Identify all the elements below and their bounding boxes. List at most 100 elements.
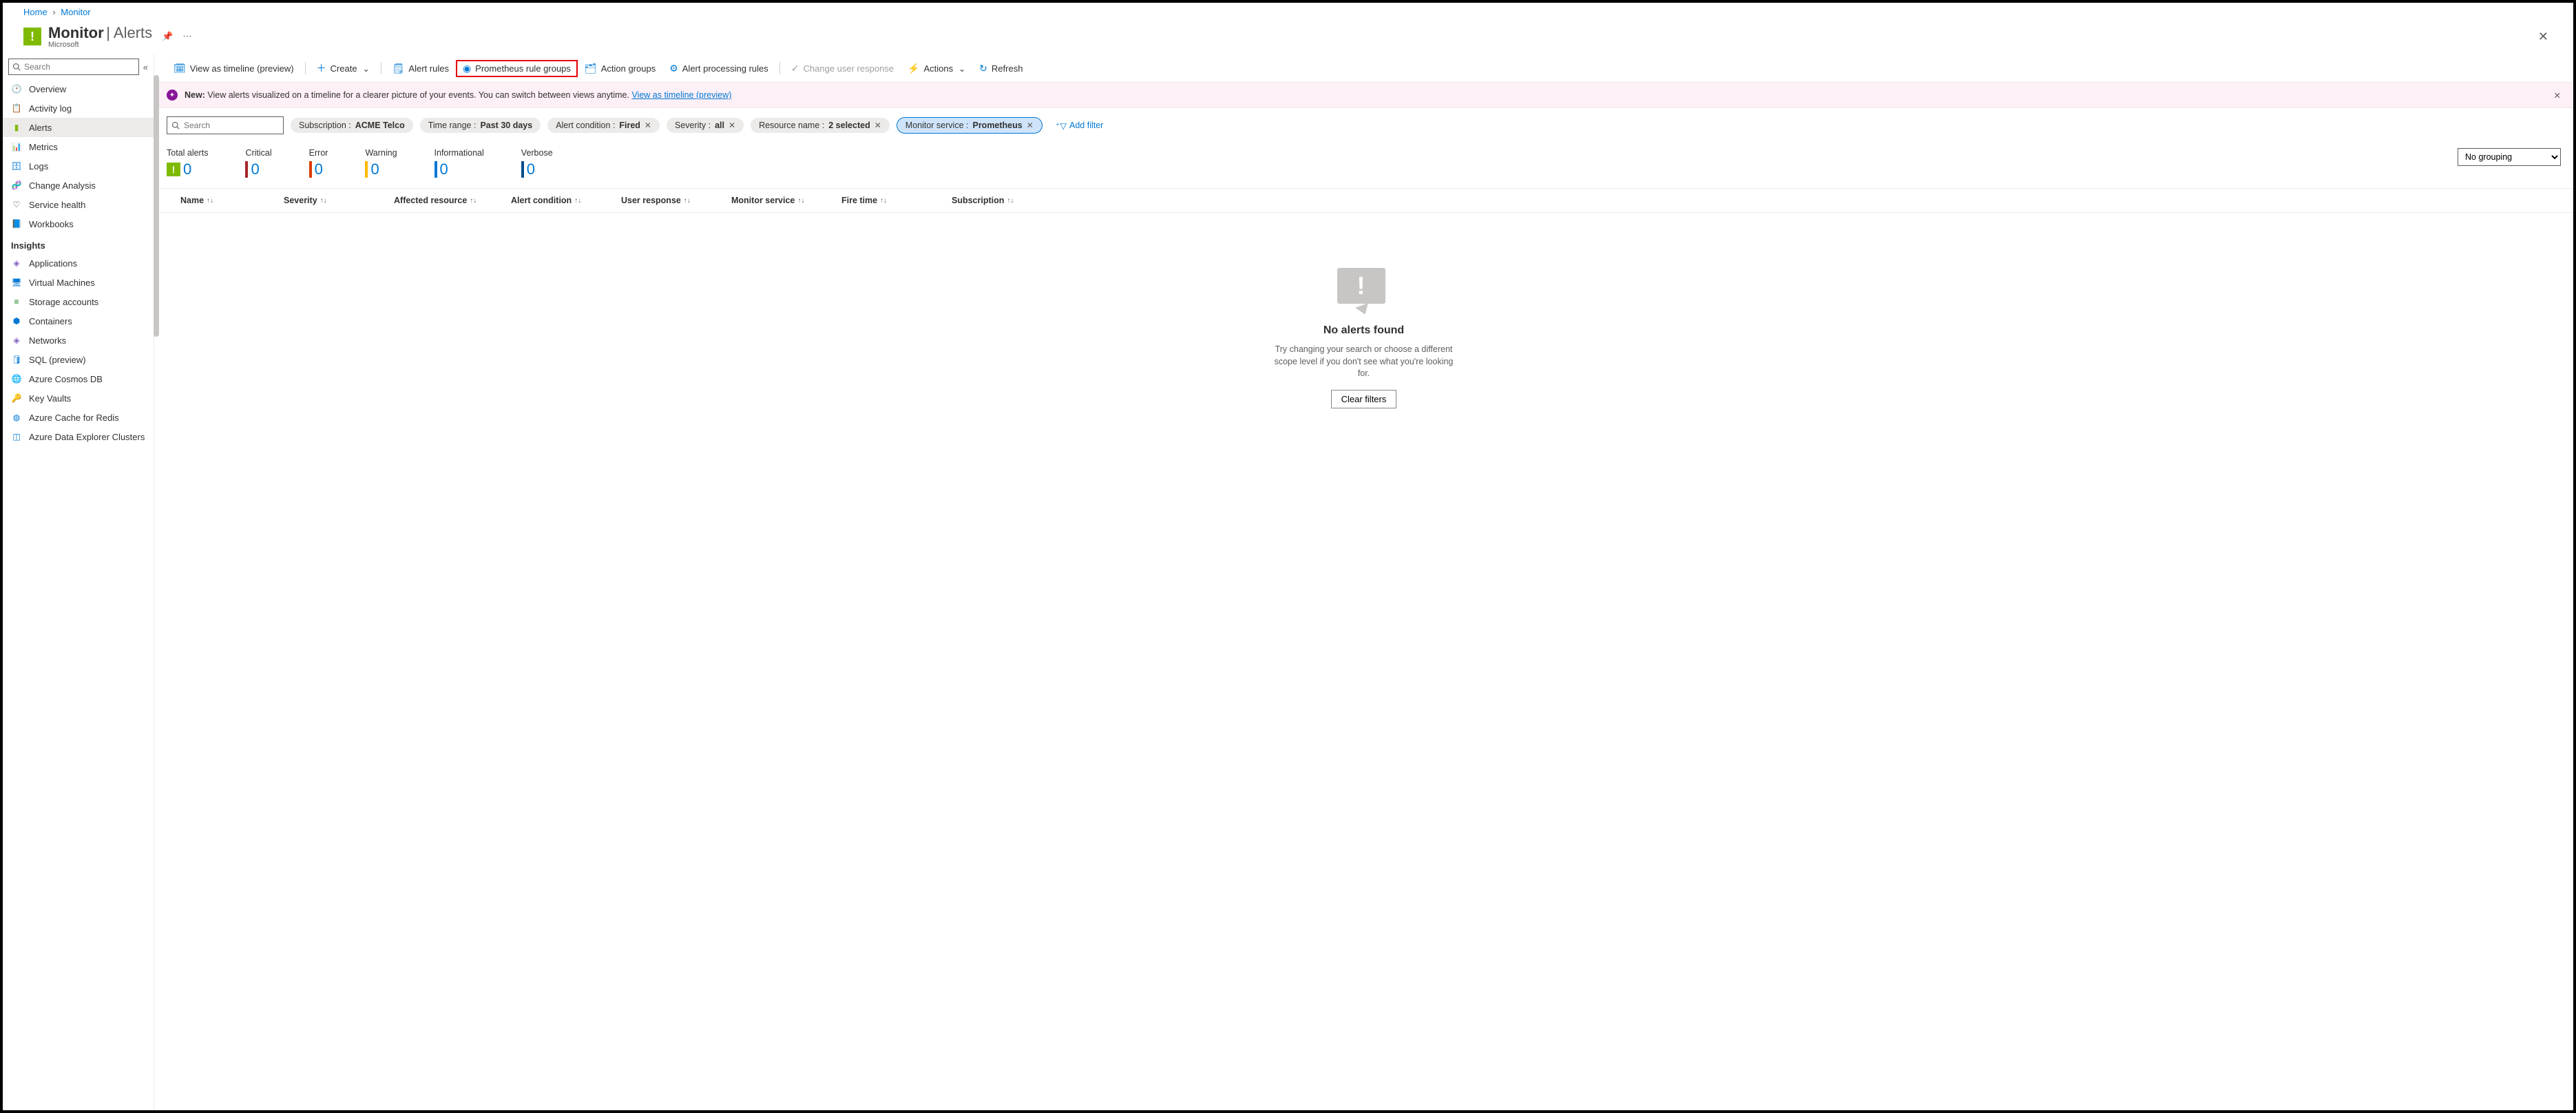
breadcrumb: Home › Monitor: [3, 3, 2573, 21]
filter-alert-condition[interactable]: Alert condition : Fired ✕: [547, 118, 660, 133]
processing-rules-button[interactable]: ⚙Alert processing rules: [662, 60, 775, 77]
nav-icon: ◫: [11, 431, 22, 442]
alert-rules-button[interactable]: 🗒Alert rules: [386, 60, 456, 77]
view-timeline-button[interactable]: 🗓View as timeline (preview): [167, 60, 301, 77]
column-subscription[interactable]: Subscription ↑↓: [952, 196, 2561, 205]
sidebar-item-service-health[interactable]: ♡Service health: [3, 195, 154, 214]
sidebar-item-virtual-machines[interactable]: 🖥Virtual Machines: [3, 273, 154, 292]
column-user-response[interactable]: User response ↑↓: [621, 196, 731, 205]
collapse-sidebar-icon[interactable]: «: [143, 62, 148, 72]
sidebar-item-azure-data-explorer-clusters[interactable]: ◫Azure Data Explorer Clusters: [3, 427, 154, 446]
grouping-select[interactable]: No grouping: [2458, 148, 2561, 166]
processing-icon: ⚙: [669, 63, 678, 74]
nav-icon: ◈: [11, 335, 22, 346]
remove-filter-icon[interactable]: ✕: [729, 121, 735, 130]
banner-close-icon[interactable]: ✕: [2554, 90, 2561, 101]
nav-icon: 📘: [11, 218, 22, 229]
nav-label: Applications: [29, 258, 77, 269]
clear-filters-button[interactable]: Clear filters: [1331, 390, 1397, 408]
sidebar-item-workbooks[interactable]: 📘 Workbooks: [3, 214, 154, 233]
prometheus-icon: ◉: [463, 63, 471, 74]
nav-label: Networks: [29, 335, 66, 346]
sidebar-item-metrics[interactable]: 📊Metrics: [3, 137, 154, 156]
nav-label: Workbooks: [29, 219, 74, 229]
filter-subscription[interactable]: Subscription : ACME Telco: [291, 118, 413, 133]
summary-error[interactable]: Error 0: [309, 148, 328, 178]
filter-icon: ⁺▽: [1056, 121, 1067, 131]
nav-icon: ⬢: [11, 315, 22, 326]
column-name[interactable]: Name ↑↓: [167, 196, 284, 205]
close-icon[interactable]: ✕: [2534, 30, 2553, 44]
nav-icon: 📋: [11, 103, 22, 114]
sidebar-search-input[interactable]: [8, 59, 139, 75]
page-subtitle: Alerts: [114, 24, 152, 41]
nav-icon: 🛢: [11, 354, 22, 365]
nav-label: SQL (preview): [29, 355, 86, 365]
column-severity[interactable]: Severity ↑↓: [284, 196, 394, 205]
breadcrumb-home[interactable]: Home: [23, 7, 48, 17]
sidebar-item-change-analysis[interactable]: 🧬Change Analysis: [3, 176, 154, 195]
sort-icon: ↑↓: [207, 197, 213, 205]
filter-severity[interactable]: Severity : all ✕: [667, 118, 744, 133]
column-monitor-service[interactable]: Monitor service ↑↓: [731, 196, 841, 205]
prometheus-rule-groups-button[interactable]: ◉Prometheus rule groups: [456, 60, 578, 77]
sidebar-item-applications[interactable]: ◈ Applications: [3, 253, 154, 273]
breadcrumb-monitor[interactable]: Monitor: [61, 7, 90, 17]
filter-monitor-service[interactable]: Monitor service : Prometheus ✕: [897, 117, 1043, 134]
summary-critical[interactable]: Critical 0: [245, 148, 271, 178]
sort-icon: ↑↓: [797, 197, 804, 205]
toolbar: 🗓View as timeline (preview) ＋Create 🗒Ale…: [154, 54, 2573, 83]
summary-total[interactable]: Total alerts !0: [167, 148, 208, 178]
sidebar-item-azure-cosmos-db[interactable]: 🌐Azure Cosmos DB: [3, 369, 154, 388]
timeline-icon: 🗓: [174, 63, 186, 74]
sidebar-item-overview[interactable]: 🕑 Overview: [3, 79, 154, 98]
sidebar-scrollbar[interactable]: [154, 75, 159, 337]
plus-icon: ＋: [317, 61, 326, 75]
action-groups-button[interactable]: 🗂Action groups: [578, 60, 662, 77]
monitor-icon: !: [23, 28, 41, 45]
add-filter-button[interactable]: ⁺▽Add filter: [1049, 117, 1110, 134]
column-alert-condition[interactable]: Alert condition ↑↓: [511, 196, 621, 205]
sort-icon: ↑↓: [880, 197, 887, 205]
sidebar-item-logs[interactable]: 🗄Logs: [3, 156, 154, 176]
remove-filter-icon[interactable]: ✕: [1027, 121, 1034, 130]
pin-icon[interactable]: 📌: [162, 31, 173, 42]
nav-icon: 🕑: [11, 83, 22, 94]
nav-label: Activity log: [29, 103, 72, 114]
nav-icon: ◍: [11, 412, 22, 423]
sidebar-item-azure-cache-for-redis[interactable]: ◍Azure Cache for Redis: [3, 408, 154, 427]
more-icon[interactable]: ⋯: [182, 31, 191, 42]
sort-icon: ↑↓: [320, 197, 327, 205]
filter-resource-name[interactable]: Resource name : 2 selected ✕: [751, 118, 890, 133]
summary-verbose[interactable]: Verbose 0: [521, 148, 553, 178]
banner-link[interactable]: View as timeline (preview): [631, 90, 731, 100]
alerts-search-input[interactable]: [167, 116, 284, 134]
remove-filter-icon[interactable]: ✕: [645, 121, 651, 130]
sidebar-item-networks[interactable]: ◈ Networks: [3, 331, 154, 350]
nav-label: Alerts: [29, 123, 52, 133]
nav-label: Overview: [29, 84, 66, 94]
nav-icon: 🔑: [11, 393, 22, 404]
action-groups-icon: 🗂: [585, 63, 597, 74]
create-button[interactable]: ＋Create: [310, 59, 377, 78]
column-affected-resource[interactable]: Affected resource ↑↓: [394, 196, 511, 205]
sidebar-item-activity-log[interactable]: 📋 Activity log: [3, 98, 154, 118]
refresh-button[interactable]: ↻Refresh: [972, 60, 1029, 77]
nav-icon: 📊: [11, 141, 22, 152]
nav-icon: ◈: [11, 258, 22, 269]
summary-warning[interactable]: Warning 0: [365, 148, 397, 178]
sidebar-item-alerts[interactable]: ▮Alerts: [3, 118, 154, 137]
sort-icon: ↑↓: [684, 197, 691, 205]
filter-time-range[interactable]: Time range : Past 30 days: [420, 118, 541, 133]
remove-filter-icon[interactable]: ✕: [875, 121, 881, 130]
filter-bar: Subscription : ACME Telco Time range : P…: [154, 108, 2573, 143]
column-fire-time[interactable]: Fire time ↑↓: [841, 196, 952, 205]
rules-icon: 🗒: [392, 63, 405, 74]
actions-dropdown[interactable]: ⚡Actions: [901, 60, 972, 77]
sidebar-item-sql-preview-[interactable]: 🛢 SQL (preview): [3, 350, 154, 369]
summary-informational[interactable]: Informational 0: [434, 148, 484, 178]
sidebar: « 🕑 Overview 📋 Activity log ▮Alerts📊Metrics🗄…: [3, 54, 154, 1110]
sidebar-item-containers[interactable]: ⬢Containers: [3, 311, 154, 331]
sidebar-item-key-vaults[interactable]: 🔑Key Vaults: [3, 388, 154, 408]
sidebar-item-storage-accounts[interactable]: ≡Storage accounts: [3, 292, 154, 311]
